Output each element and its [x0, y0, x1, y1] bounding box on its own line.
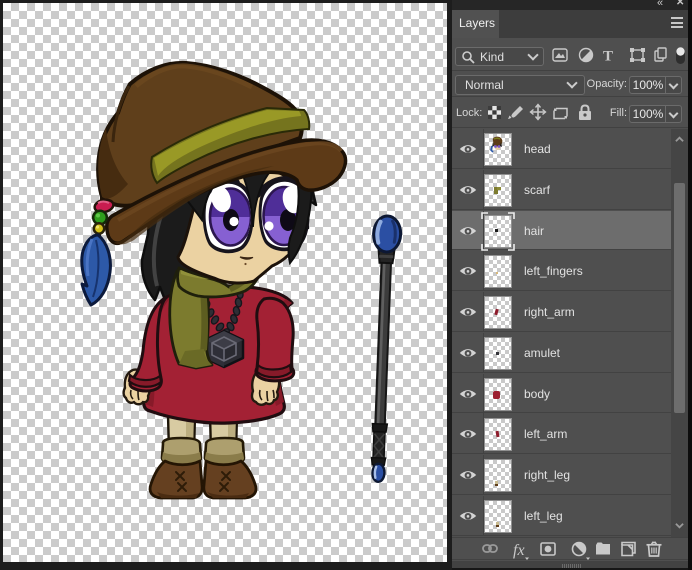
svg-text:fx: fx: [513, 542, 525, 559]
svg-text:T: T: [603, 49, 613, 65]
